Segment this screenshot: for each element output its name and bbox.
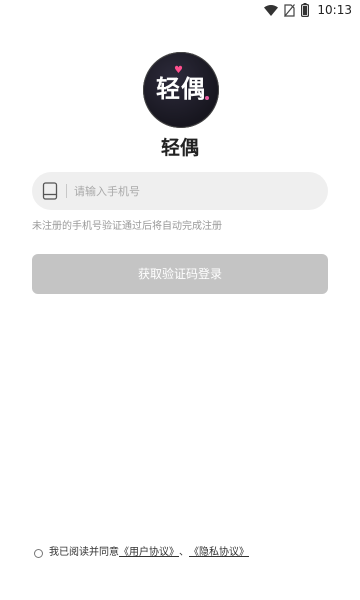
registration-hint: 未注册的手机号验证通过后将自动完成注册 [32,221,222,232]
agreement-checkbox[interactable] [34,548,43,558]
status-icons: 10:13 [264,3,352,17]
phone-input[interactable] [74,172,314,210]
privacy-agreement-link[interactable]: 《隐私协议》 [189,546,249,560]
agreement-row: 我已阅读并同意 《用户协议》 、 《隐私协议》 [34,546,249,560]
agreement-separator: 、 [179,547,189,558]
agreement-prefix: 我已阅读并同意 [49,547,119,558]
battery-icon [301,3,310,17]
no-sim-icon [284,3,296,17]
phone-icon [42,182,58,200]
app-logo: ♥ 轻偶 [143,52,219,128]
clock: 10:13 [317,3,352,17]
logo-dot [205,96,209,100]
phone-field[interactable] [32,172,328,210]
app-name: 轻偶 [160,137,199,159]
wifi-icon [264,4,279,16]
get-code-login-button[interactable]: 获取验证码登录 [32,254,328,294]
user-agreement-link[interactable]: 《用户协议》 [119,546,179,560]
input-divider [66,184,67,198]
status-bar: 10:13 [0,0,360,20]
